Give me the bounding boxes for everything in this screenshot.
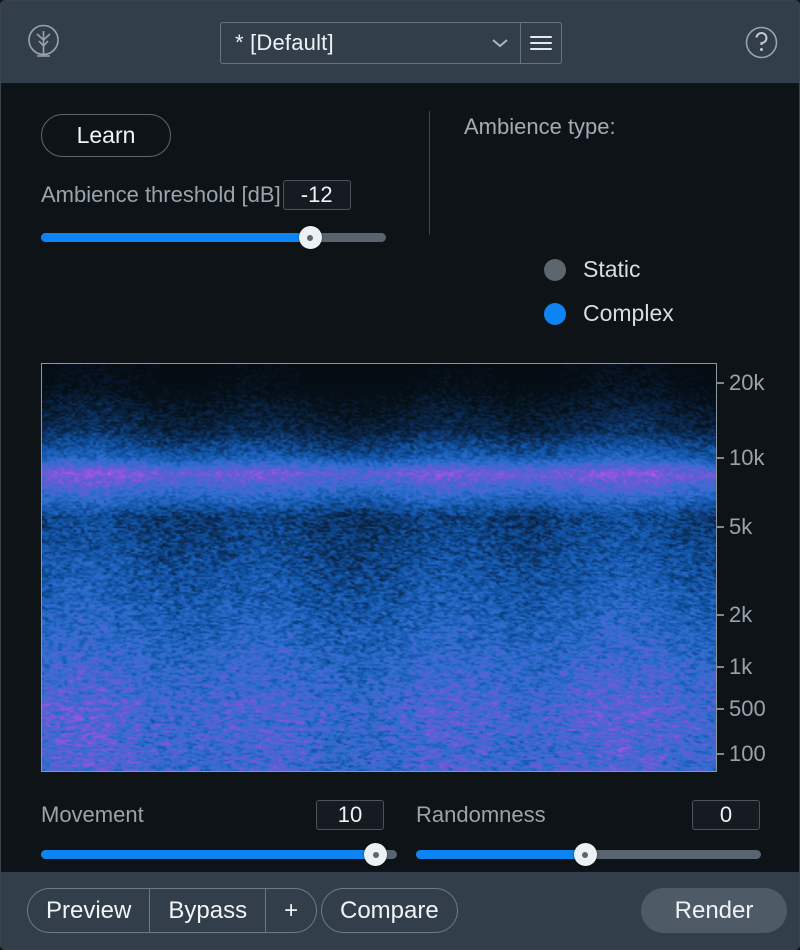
section-divider <box>429 111 430 235</box>
izotope-logo[interactable] <box>23 22 64 63</box>
radio-dot-complex-icon <box>544 302 566 325</box>
compare-button-group: Compare <box>321 888 458 933</box>
tick-label: 1k <box>729 654 753 679</box>
tick-mark <box>717 708 724 710</box>
axis-tick: 10k <box>717 445 764 471</box>
randomness-slider[interactable] <box>416 843 761 866</box>
axis-tick: 20k <box>717 370 764 396</box>
tick-label: 100 <box>729 741 766 766</box>
transport-button-group: Preview Bypass + <box>27 888 318 933</box>
slider-fill <box>41 850 375 859</box>
radio-complex[interactable]: Complex <box>544 300 674 327</box>
render-button[interactable]: Render <box>641 888 787 933</box>
hamburger-menu-icon <box>530 32 552 54</box>
radio-complex-label: Complex <box>583 300 674 326</box>
tick-label: 10k <box>729 445 765 470</box>
tree-icon <box>28 24 59 57</box>
axis-tick: 5k <box>717 514 752 540</box>
bypass-button[interactable]: Bypass <box>150 889 265 932</box>
radio-static[interactable]: Static <box>544 256 641 283</box>
axis-tick: 1k <box>717 654 752 680</box>
slider-fill <box>416 850 585 859</box>
tick-mark <box>717 666 724 668</box>
tick-label: 2k <box>729 602 753 627</box>
tick-mark <box>717 382 724 384</box>
preset-name: * [Default] <box>235 30 334 55</box>
slider-fill <box>41 233 310 242</box>
preset-dropdown[interactable]: * [Default] <box>220 22 520 64</box>
tick-label: 500 <box>729 696 766 721</box>
ambience-threshold-value[interactable]: -12 <box>282 180 351 210</box>
add-bypass-button[interactable]: + <box>266 889 316 932</box>
slider-knob[interactable] <box>298 226 322 249</box>
plugin-header: * [Default] <box>1 1 799 84</box>
preview-button[interactable]: Preview <box>28 889 149 932</box>
movement-value[interactable]: 10 <box>316 800 384 830</box>
tick-mark <box>717 457 724 459</box>
plugin-main-panel: Learn Ambience threshold [dB] -12 Ambien… <box>1 84 799 924</box>
spectrogram-canvas <box>42 364 716 771</box>
tick-label: 20k <box>729 370 765 395</box>
tick-mark <box>717 753 724 755</box>
axis-tick: 2k <box>717 602 752 628</box>
compare-button[interactable]: Compare <box>322 889 457 932</box>
movement-slider[interactable] <box>41 843 397 866</box>
slider-knob[interactable] <box>364 843 387 866</box>
spectrogram-display[interactable] <box>41 363 717 772</box>
ambience-match-plugin-window: * [Default] Learn Ambience threshold [dB… <box>0 0 800 950</box>
frequency-axis: 20k 10k 5k 2k 1k 500 100 <box>717 363 797 772</box>
plugin-footer: Preview Bypass + Compare Render <box>1 871 799 949</box>
tick-label: 5k <box>729 514 753 539</box>
ambience-threshold-row: Ambience threshold [dB] -12 <box>41 180 386 210</box>
preset-bar: * [Default] <box>220 22 562 64</box>
radio-dot-static-icon <box>544 258 566 281</box>
radio-static-label: Static <box>583 256 641 282</box>
chevron-down-icon <box>492 39 508 48</box>
ambience-threshold-label: Ambience threshold [dB] <box>41 182 281 207</box>
learn-button[interactable]: Learn <box>41 114 171 157</box>
question-mark-icon <box>745 26 778 59</box>
tick-mark <box>717 614 724 616</box>
randomness-label: Randomness <box>416 802 546 827</box>
ambience-threshold-slider[interactable] <box>41 226 386 249</box>
help-button[interactable] <box>741 22 782 63</box>
slider-knob[interactable] <box>573 843 597 866</box>
axis-tick: 500 <box>717 696 766 722</box>
movement-label: Movement <box>41 802 144 827</box>
axis-tick: 100 <box>717 741 766 767</box>
randomness-value[interactable]: 0 <box>692 800 760 830</box>
preset-menu-button[interactable] <box>520 22 562 64</box>
ambience-type-label: Ambience type: <box>464 114 616 139</box>
tick-mark <box>717 526 724 528</box>
